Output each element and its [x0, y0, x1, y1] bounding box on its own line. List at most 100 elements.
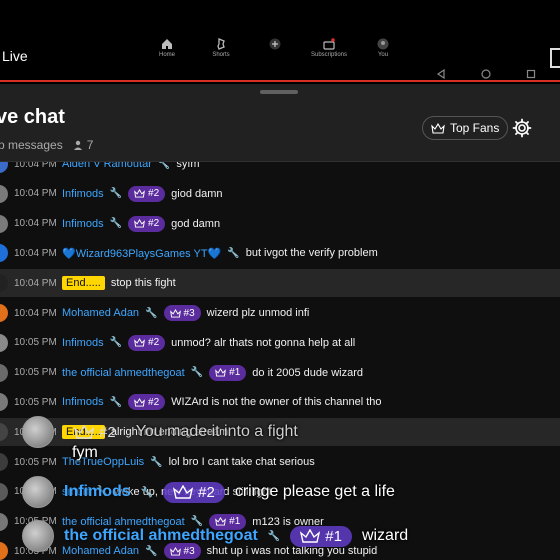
author-name[interactable]: Mohamed Adan — [62, 307, 139, 319]
author-name[interactable]: Aiden V Ramoutar — [62, 162, 152, 170]
nav-create[interactable] — [248, 38, 302, 66]
message-body: Mohamed Adan 🔧 #3 shut up i was not talking… — [62, 543, 378, 560]
avatar[interactable] — [0, 162, 8, 173]
chat-message[interactable]: 10:04 PM Aiden V Ramoutar 🔧 syfm — [0, 162, 560, 178]
avatar[interactable] — [0, 214, 8, 233]
avatar[interactable] — [0, 333, 8, 352]
crown-icon — [215, 368, 227, 377]
message-time: 10:05 PM — [14, 486, 57, 498]
avatar[interactable] — [0, 363, 8, 382]
author-name[interactable]: the official ahmedthegoat — [62, 367, 185, 379]
message-time: 10:04 PM — [14, 307, 57, 319]
chat-message[interactable]: 10:04 PM Mohamed Adan 🔧 #3 wizerd plz unmod … — [0, 299, 560, 327]
chat-message[interactable]: 10:04 PM 💙Wizard963PlaysGames YT💙 🔧 but ivg… — [0, 239, 560, 267]
fullscreen-icon[interactable] — [550, 48, 560, 68]
top-fan-badge: #3 — [163, 305, 201, 321]
avatar[interactable] — [0, 304, 8, 322]
recents-icon[interactable] — [526, 69, 536, 79]
message-text: shut up i was not talking you stupid — [206, 545, 378, 558]
chat-message[interactable]: 10:05 PM End..... alright im ending stream — [0, 418, 560, 447]
nav-you[interactable]: You — [356, 38, 410, 66]
author-name[interactable]: Infimods — [62, 218, 104, 230]
moderator-wrench-icon: 🔧 — [109, 396, 123, 408]
author-name[interactable]: smurf — [62, 486, 90, 498]
avatar[interactable] — [0, 393, 8, 412]
top-fans-button[interactable]: Top Fans — [422, 116, 509, 140]
chat-message[interactable]: 10:05 PM Infimods 🔧 #2 WIZArd is not the own… — [0, 388, 560, 416]
message-body: smurf 🔧 woke up, new keyboard still light — [62, 486, 272, 498]
avatar[interactable] — [0, 184, 8, 203]
top-fan-badge: #3 — [163, 543, 201, 560]
top-fan-badge: #2 — [128, 185, 166, 202]
avatar[interactable] — [0, 542, 8, 560]
moderator-wrench-icon: 🔧 — [190, 367, 204, 379]
nav-home[interactable]: Home — [140, 38, 194, 66]
top-fan-badge-label: #2 — [148, 337, 160, 349]
message-text: unmod? alr thats not gonna help at all — [171, 336, 356, 349]
viewer-count-value: 7 — [86, 138, 94, 152]
message-time: 10:05 PM — [14, 456, 57, 468]
drag-handle[interactable] — [260, 90, 298, 94]
message-body: 💙Wizard963PlaysGames YT💙 🔧 but ivgot the v… — [62, 247, 378, 260]
author-name[interactable]: Mohamed Adan — [62, 545, 139, 557]
settings-gear-icon[interactable] — [512, 118, 532, 138]
message-time: 10:05 PM — [14, 367, 57, 379]
avatar[interactable] — [0, 274, 8, 293]
chat-message[interactable]: 10:04 PM Infimods 🔧 #2 god damn — [0, 210, 560, 238]
home-icon — [162, 39, 172, 49]
chat-message[interactable]: 10:05 PM the official ahmedthegoat 🔧 #1 m123… — [0, 508, 560, 536]
top-fan-badge-label: #2 — [148, 188, 160, 200]
message-text: WIZArd is not the owner of this channel … — [171, 396, 382, 409]
message-text: stop this fight — [110, 277, 176, 290]
chat-message[interactable]: 10:05 PM Mohamed Adan 🔧 #3 shut up i was not… — [0, 537, 560, 560]
author-name[interactable]: TheTrueOppLuis — [62, 456, 144, 468]
message-body: Aiden V Ramoutar 🔧 syfm — [62, 162, 200, 170]
message-text: wizerd plz unmod infi — [206, 307, 310, 319]
owner-author-name[interactable]: End..... — [62, 276, 105, 291]
message-text: lol bro I cant take chat serious — [168, 456, 315, 468]
chat-message[interactable]: 10:05 PM TheTrueOppLuis 🔧 lol bro I cant ta… — [0, 448, 560, 476]
person-icon — [73, 140, 82, 150]
nav-subscriptions[interactable]: Subscriptions — [302, 38, 356, 66]
message-time: 10:05 PM — [14, 396, 57, 408]
chat-message[interactable]: 10:04 PM End..... stop this fight — [0, 269, 560, 298]
video-area: Live Home Shorts Subscriptions You — [0, 0, 560, 84]
message-body: Infimods 🔧 #2 god damn — [62, 215, 220, 232]
message-body: Mohamed Adan 🔧 #3 wizerd plz unmod infi — [62, 305, 309, 321]
owner-author-name[interactable]: End..... — [62, 425, 105, 440]
moderator-wrench-icon: 🔧 — [109, 188, 123, 200]
chat-mode-selector[interactable]: p messages 7 — [0, 138, 93, 152]
message-time: 10:05 PM — [14, 545, 57, 557]
back-icon[interactable] — [436, 69, 446, 79]
message-time: 10:05 PM — [14, 426, 57, 438]
author-name[interactable]: Infimods — [62, 396, 104, 408]
chat-message-list[interactable]: 10:04 PM Aiden V Ramoutar 🔧 syfm 10:04 PM Inf… — [0, 162, 560, 560]
message-time: 10:04 PM — [14, 162, 57, 170]
crown-icon — [134, 338, 145, 347]
chat-message[interactable]: 10:05 PM the official ahmedthegoat 🔧 #1 do i… — [0, 359, 560, 387]
chat-message[interactable]: 10:05 PM Infimods 🔧 #2 unmod? alr thats not … — [0, 329, 560, 357]
crown-icon — [134, 397, 145, 407]
avatar[interactable] — [0, 453, 8, 471]
message-time: 10:05 PM — [14, 337, 57, 349]
top-fan-badge-label: #2 — [148, 396, 160, 408]
author-name[interactable]: the official ahmedthegoat — [62, 516, 185, 528]
avatar[interactable] — [0, 244, 8, 263]
avatar[interactable] — [0, 512, 8, 531]
moderator-wrench-icon: 🔧 — [145, 307, 158, 319]
chat-message[interactable]: 10:04 PM Infimods 🔧 #2 giod damn — [0, 180, 560, 208]
author-name[interactable]: Infimods — [62, 188, 104, 200]
author-name[interactable]: 💙Wizard963PlaysGames YT💙 — [62, 247, 221, 260]
author-name[interactable]: Infimods — [62, 337, 104, 349]
avatar[interactable] — [0, 423, 8, 442]
top-fan-badge-label: #1 — [229, 367, 241, 379]
message-time: 10:04 PM — [14, 218, 57, 230]
message-text: do it 2005 dude wizard — [252, 366, 363, 379]
home-button-icon[interactable] — [481, 69, 491, 79]
message-text: m123 is owner — [252, 515, 324, 528]
avatar[interactable] — [0, 482, 8, 501]
message-time: 10:04 PM — [14, 247, 57, 259]
chat-message[interactable]: 10:05 PM smurf 🔧 woke up, new keyboard stil… — [0, 478, 560, 506]
nav-shorts[interactable]: Shorts — [194, 38, 248, 66]
message-text: giod damn — [171, 187, 223, 200]
